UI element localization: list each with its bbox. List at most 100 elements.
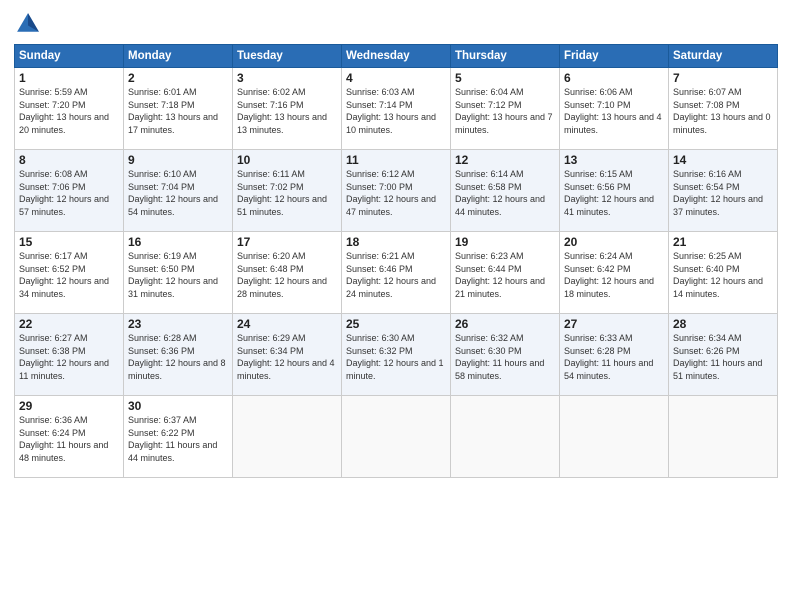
day-number: 28	[673, 317, 773, 331]
calendar-week-4: 22Sunrise: 6:27 AMSunset: 6:38 PMDayligh…	[15, 314, 778, 396]
day-number: 26	[455, 317, 555, 331]
cell-content: Sunrise: 6:30 AMSunset: 6:32 PMDaylight:…	[346, 332, 446, 382]
cell-content: Sunrise: 6:23 AMSunset: 6:44 PMDaylight:…	[455, 250, 555, 300]
day-number: 17	[237, 235, 337, 249]
day-number: 22	[19, 317, 119, 331]
cell-content: Sunrise: 6:02 AMSunset: 7:16 PMDaylight:…	[237, 86, 337, 136]
cell-content: Sunrise: 6:24 AMSunset: 6:42 PMDaylight:…	[564, 250, 664, 300]
day-number: 3	[237, 71, 337, 85]
calendar-cell: 12Sunrise: 6:14 AMSunset: 6:58 PMDayligh…	[451, 150, 560, 232]
cell-content: Sunrise: 6:11 AMSunset: 7:02 PMDaylight:…	[237, 168, 337, 218]
calendar-cell	[669, 396, 778, 478]
cell-content: Sunrise: 6:34 AMSunset: 6:26 PMDaylight:…	[673, 332, 773, 382]
day-number: 8	[19, 153, 119, 167]
day-number: 12	[455, 153, 555, 167]
day-number: 10	[237, 153, 337, 167]
cell-content: Sunrise: 6:16 AMSunset: 6:54 PMDaylight:…	[673, 168, 773, 218]
calendar-header-friday: Friday	[560, 45, 669, 68]
cell-content: Sunrise: 6:32 AMSunset: 6:30 PMDaylight:…	[455, 332, 555, 382]
day-number: 2	[128, 71, 228, 85]
cell-content: Sunrise: 6:27 AMSunset: 6:38 PMDaylight:…	[19, 332, 119, 382]
calendar-table: SundayMondayTuesdayWednesdayThursdayFrid…	[14, 44, 778, 478]
calendar-cell: 26Sunrise: 6:32 AMSunset: 6:30 PMDayligh…	[451, 314, 560, 396]
cell-content: Sunrise: 6:06 AMSunset: 7:10 PMDaylight:…	[564, 86, 664, 136]
calendar-cell: 10Sunrise: 6:11 AMSunset: 7:02 PMDayligh…	[233, 150, 342, 232]
page: SundayMondayTuesdayWednesdayThursdayFrid…	[0, 0, 792, 612]
calendar-cell: 24Sunrise: 6:29 AMSunset: 6:34 PMDayligh…	[233, 314, 342, 396]
calendar-week-5: 29Sunrise: 6:36 AMSunset: 6:24 PMDayligh…	[15, 396, 778, 478]
calendar-cell: 30Sunrise: 6:37 AMSunset: 6:22 PMDayligh…	[124, 396, 233, 478]
calendar-cell: 3Sunrise: 6:02 AMSunset: 7:16 PMDaylight…	[233, 68, 342, 150]
day-number: 27	[564, 317, 664, 331]
logo	[14, 10, 46, 38]
day-number: 14	[673, 153, 773, 167]
day-number: 20	[564, 235, 664, 249]
cell-content: Sunrise: 6:03 AMSunset: 7:14 PMDaylight:…	[346, 86, 446, 136]
calendar-cell: 5Sunrise: 6:04 AMSunset: 7:12 PMDaylight…	[451, 68, 560, 150]
cell-content: Sunrise: 6:37 AMSunset: 6:22 PMDaylight:…	[128, 414, 228, 464]
cell-content: Sunrise: 6:29 AMSunset: 6:34 PMDaylight:…	[237, 332, 337, 382]
calendar-cell: 19Sunrise: 6:23 AMSunset: 6:44 PMDayligh…	[451, 232, 560, 314]
calendar-header-row: SundayMondayTuesdayWednesdayThursdayFrid…	[15, 45, 778, 68]
calendar-cell: 13Sunrise: 6:15 AMSunset: 6:56 PMDayligh…	[560, 150, 669, 232]
day-number: 5	[455, 71, 555, 85]
calendar-cell: 21Sunrise: 6:25 AMSunset: 6:40 PMDayligh…	[669, 232, 778, 314]
day-number: 15	[19, 235, 119, 249]
calendar-cell: 6Sunrise: 6:06 AMSunset: 7:10 PMDaylight…	[560, 68, 669, 150]
calendar-cell: 2Sunrise: 6:01 AMSunset: 7:18 PMDaylight…	[124, 68, 233, 150]
calendar-cell: 15Sunrise: 6:17 AMSunset: 6:52 PMDayligh…	[15, 232, 124, 314]
calendar-header-monday: Monday	[124, 45, 233, 68]
calendar-week-3: 15Sunrise: 6:17 AMSunset: 6:52 PMDayligh…	[15, 232, 778, 314]
calendar-cell: 20Sunrise: 6:24 AMSunset: 6:42 PMDayligh…	[560, 232, 669, 314]
day-number: 6	[564, 71, 664, 85]
day-number: 30	[128, 399, 228, 413]
calendar-cell: 25Sunrise: 6:30 AMSunset: 6:32 PMDayligh…	[342, 314, 451, 396]
calendar-cell: 27Sunrise: 6:33 AMSunset: 6:28 PMDayligh…	[560, 314, 669, 396]
cell-content: Sunrise: 6:19 AMSunset: 6:50 PMDaylight:…	[128, 250, 228, 300]
cell-content: Sunrise: 6:10 AMSunset: 7:04 PMDaylight:…	[128, 168, 228, 218]
calendar-cell: 14Sunrise: 6:16 AMSunset: 6:54 PMDayligh…	[669, 150, 778, 232]
calendar-header-tuesday: Tuesday	[233, 45, 342, 68]
day-number: 16	[128, 235, 228, 249]
calendar-week-1: 1Sunrise: 5:59 AMSunset: 7:20 PMDaylight…	[15, 68, 778, 150]
calendar-cell	[233, 396, 342, 478]
cell-content: Sunrise: 6:08 AMSunset: 7:06 PMDaylight:…	[19, 168, 119, 218]
day-number: 25	[346, 317, 446, 331]
cell-content: Sunrise: 6:07 AMSunset: 7:08 PMDaylight:…	[673, 86, 773, 136]
calendar-header-saturday: Saturday	[669, 45, 778, 68]
cell-content: Sunrise: 6:36 AMSunset: 6:24 PMDaylight:…	[19, 414, 119, 464]
calendar-cell: 1Sunrise: 5:59 AMSunset: 7:20 PMDaylight…	[15, 68, 124, 150]
calendar-cell: 29Sunrise: 6:36 AMSunset: 6:24 PMDayligh…	[15, 396, 124, 478]
cell-content: Sunrise: 6:33 AMSunset: 6:28 PMDaylight:…	[564, 332, 664, 382]
cell-content: Sunrise: 6:25 AMSunset: 6:40 PMDaylight:…	[673, 250, 773, 300]
day-number: 21	[673, 235, 773, 249]
day-number: 13	[564, 153, 664, 167]
calendar-cell: 22Sunrise: 6:27 AMSunset: 6:38 PMDayligh…	[15, 314, 124, 396]
header	[14, 10, 778, 38]
day-number: 18	[346, 235, 446, 249]
cell-content: Sunrise: 6:17 AMSunset: 6:52 PMDaylight:…	[19, 250, 119, 300]
cell-content: Sunrise: 6:28 AMSunset: 6:36 PMDaylight:…	[128, 332, 228, 382]
cell-content: Sunrise: 6:12 AMSunset: 7:00 PMDaylight:…	[346, 168, 446, 218]
calendar-cell: 18Sunrise: 6:21 AMSunset: 6:46 PMDayligh…	[342, 232, 451, 314]
cell-content: Sunrise: 5:59 AMSunset: 7:20 PMDaylight:…	[19, 86, 119, 136]
calendar-cell: 28Sunrise: 6:34 AMSunset: 6:26 PMDayligh…	[669, 314, 778, 396]
day-number: 19	[455, 235, 555, 249]
calendar-cell: 4Sunrise: 6:03 AMSunset: 7:14 PMDaylight…	[342, 68, 451, 150]
calendar-week-2: 8Sunrise: 6:08 AMSunset: 7:06 PMDaylight…	[15, 150, 778, 232]
day-number: 29	[19, 399, 119, 413]
calendar-cell	[451, 396, 560, 478]
calendar-cell: 23Sunrise: 6:28 AMSunset: 6:36 PMDayligh…	[124, 314, 233, 396]
calendar-cell: 16Sunrise: 6:19 AMSunset: 6:50 PMDayligh…	[124, 232, 233, 314]
day-number: 9	[128, 153, 228, 167]
day-number: 4	[346, 71, 446, 85]
calendar-cell: 7Sunrise: 6:07 AMSunset: 7:08 PMDaylight…	[669, 68, 778, 150]
cell-content: Sunrise: 6:21 AMSunset: 6:46 PMDaylight:…	[346, 250, 446, 300]
calendar-cell: 9Sunrise: 6:10 AMSunset: 7:04 PMDaylight…	[124, 150, 233, 232]
calendar-cell	[342, 396, 451, 478]
day-number: 23	[128, 317, 228, 331]
cell-content: Sunrise: 6:20 AMSunset: 6:48 PMDaylight:…	[237, 250, 337, 300]
cell-content: Sunrise: 6:01 AMSunset: 7:18 PMDaylight:…	[128, 86, 228, 136]
cell-content: Sunrise: 6:15 AMSunset: 6:56 PMDaylight:…	[564, 168, 664, 218]
cell-content: Sunrise: 6:14 AMSunset: 6:58 PMDaylight:…	[455, 168, 555, 218]
